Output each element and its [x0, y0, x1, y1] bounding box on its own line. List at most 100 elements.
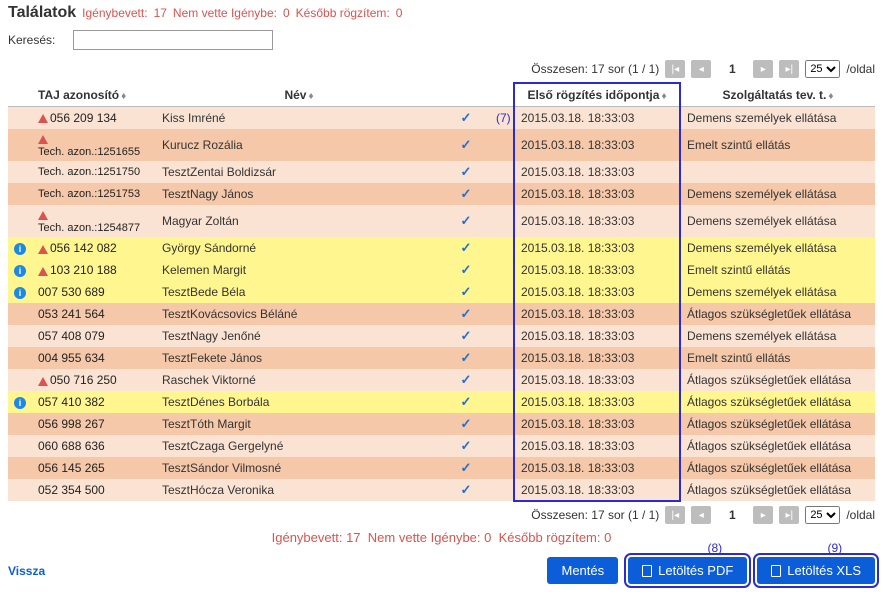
service-cell: Átlagos szükségletűek ellátása: [680, 413, 875, 435]
annotation-cell: [490, 129, 514, 161]
pager-perpage-select[interactable]: 25: [805, 60, 840, 78]
info-cell: [8, 129, 32, 161]
pager-last-button[interactable]: ▸|: [779, 506, 799, 524]
table-row[interactable]: Tech. azon.:1251655Kurucz Rozália✓2015.0…: [8, 129, 875, 161]
service-cell: Átlagos szükségletűek ellátása: [680, 457, 875, 479]
info-icon[interactable]: i: [14, 243, 26, 255]
check-cell[interactable]: ✓: [442, 457, 490, 479]
sort-icon: ♦: [661, 91, 666, 102]
table-row[interactable]: Tech. azon.:1251750TesztZentai Boldizsár…: [8, 161, 875, 183]
service-cell: Demens személyek ellátása: [680, 237, 875, 259]
info-icon[interactable]: i: [14, 287, 26, 299]
info-cell[interactable]: i: [8, 391, 32, 413]
info-icon[interactable]: i: [14, 397, 26, 409]
time-cell: 2015.03.18. 18:33:03: [514, 237, 680, 259]
name-cell: TesztKovácsovics Béláné: [156, 303, 442, 325]
document-icon: [642, 565, 652, 577]
check-cell[interactable]: ✓: [442, 259, 490, 281]
search-input[interactable]: [73, 30, 273, 50]
table-row[interactable]: 057 408 079TesztNagy Jenőné✓2015.03.18. …: [8, 325, 875, 347]
check-cell[interactable]: ✓: [442, 369, 490, 391]
table-row[interactable]: 053 241 564TesztKovácsovics Béláné✓2015.…: [8, 303, 875, 325]
check-cell[interactable]: ✓: [442, 391, 490, 413]
pager-next-button[interactable]: ▸: [753, 506, 773, 524]
annotation-cell: [490, 457, 514, 479]
info-cell: [8, 369, 32, 391]
check-cell[interactable]: ✓: [442, 479, 490, 501]
col-check-header[interactable]: -: [442, 83, 490, 107]
taj-cell: 056 209 134: [32, 107, 156, 130]
check-cell[interactable]: ✓: [442, 303, 490, 325]
time-cell: 2015.03.18. 18:33:03: [514, 107, 680, 130]
name-cell: Kiss Imréné: [156, 107, 442, 130]
table-row[interactable]: 056 998 267TesztTóth Margit✓2015.03.18. …: [8, 413, 875, 435]
pager-perpage-select[interactable]: 25: [805, 506, 840, 524]
pager-next-button[interactable]: ▸: [753, 60, 773, 78]
table-row[interactable]: i103 210 188Kelemen Margit✓2015.03.18. 1…: [8, 259, 875, 281]
check-cell[interactable]: ✓: [442, 205, 490, 237]
table-row[interactable]: Tech. azon.:1251753TesztNagy János✓2015.…: [8, 183, 875, 205]
download-xls-button[interactable]: Letöltés XLS: [757, 557, 875, 584]
check-cell[interactable]: ✓: [442, 347, 490, 369]
taj-cell: 056 145 265: [32, 457, 156, 479]
taj-cell: 007 530 689: [32, 281, 156, 303]
info-cell[interactable]: i: [8, 237, 32, 259]
check-cell[interactable]: ✓: [442, 129, 490, 161]
table-row[interactable]: 060 688 636TesztCzaga Gergelyné✓2015.03.…: [8, 435, 875, 457]
table-row[interactable]: 052 354 500TesztHócza Veronika✓2015.03.1…: [8, 479, 875, 501]
info-icon[interactable]: i: [14, 265, 26, 277]
taj-cell: 057 408 079: [32, 325, 156, 347]
info-cell[interactable]: i: [8, 281, 32, 303]
stat-notused-label: Nem vette Igénybe:: [173, 6, 277, 20]
pager-page: 1: [717, 62, 747, 76]
check-cell[interactable]: ✓: [442, 107, 490, 130]
info-cell: [8, 107, 32, 130]
col-taj-header[interactable]: TAJ azonosító♦: [32, 83, 156, 107]
col-time-header[interactable]: Első rögzítés időpontja♦: [514, 83, 680, 107]
check-cell[interactable]: ✓: [442, 435, 490, 457]
service-cell: Demens személyek ellátása: [680, 183, 875, 205]
annotation-cell: [490, 161, 514, 183]
checkmark-icon: ✓: [461, 240, 472, 255]
download-pdf-button[interactable]: Letöltés PDF: [628, 557, 747, 584]
time-cell: 2015.03.18. 18:33:03: [514, 347, 680, 369]
name-cell: TesztNagy János: [156, 183, 442, 205]
table-row[interactable]: 056 145 265TesztSándor Vilmosné✓2015.03.…: [8, 457, 875, 479]
taj-text: 004 955 634: [38, 351, 105, 365]
table-row[interactable]: 004 955 634TesztFekete János✓2015.03.18.…: [8, 347, 875, 369]
table-row[interactable]: 050 716 250Raschek Viktorné✓2015.03.18. …: [8, 369, 875, 391]
pager-prev-button[interactable]: ◂: [691, 60, 711, 78]
pager-first-button[interactable]: |◂: [665, 60, 685, 78]
checkmark-icon: ✓: [461, 328, 472, 343]
search-label: Keresés:: [8, 33, 55, 47]
table-row[interactable]: i007 530 689TesztBede Béla✓2015.03.18. 1…: [8, 281, 875, 303]
save-button[interactable]: Mentés: [547, 557, 618, 584]
service-cell: Átlagos szükségletűek ellátása: [680, 303, 875, 325]
check-cell[interactable]: ✓: [442, 325, 490, 347]
pager-prev-button[interactable]: ◂: [691, 506, 711, 524]
service-cell: Átlagos szükségletűek ellátása: [680, 391, 875, 413]
pager-page: 1: [717, 508, 747, 522]
check-cell[interactable]: ✓: [442, 161, 490, 183]
annotation-cell: [490, 479, 514, 501]
checkmark-icon: ✓: [461, 137, 472, 152]
taj-text: 056 145 265: [38, 461, 105, 475]
table-row[interactable]: 056 209 134Kiss Imréné✓(7)2015.03.18. 18…: [8, 107, 875, 130]
check-cell[interactable]: ✓: [442, 281, 490, 303]
info-cell[interactable]: i: [8, 259, 32, 281]
check-cell[interactable]: ✓: [442, 413, 490, 435]
check-cell[interactable]: ✓: [442, 183, 490, 205]
annotation-cell: (7): [490, 107, 514, 130]
table-row[interactable]: i056 142 082György Sándorné✓2015.03.18. …: [8, 237, 875, 259]
table-row[interactable]: Tech. azon.:1254877Magyar Zoltán✓2015.03…: [8, 205, 875, 237]
table-row[interactable]: i057 410 382TesztDénes Borbála✓2015.03.1…: [8, 391, 875, 413]
back-link[interactable]: Vissza: [8, 564, 45, 578]
checkmark-icon: ✓: [461, 284, 472, 299]
col-service-header[interactable]: Szolgáltatás tev. t.♦: [680, 83, 875, 107]
pager-first-button[interactable]: |◂: [665, 506, 685, 524]
col-name-header[interactable]: Név♦: [156, 83, 442, 107]
checkmark-icon: ✓: [461, 416, 472, 431]
pager-last-button[interactable]: ▸|: [779, 60, 799, 78]
taj-tech-text: Tech. azon.:1251655: [38, 146, 150, 158]
check-cell[interactable]: ✓: [442, 237, 490, 259]
